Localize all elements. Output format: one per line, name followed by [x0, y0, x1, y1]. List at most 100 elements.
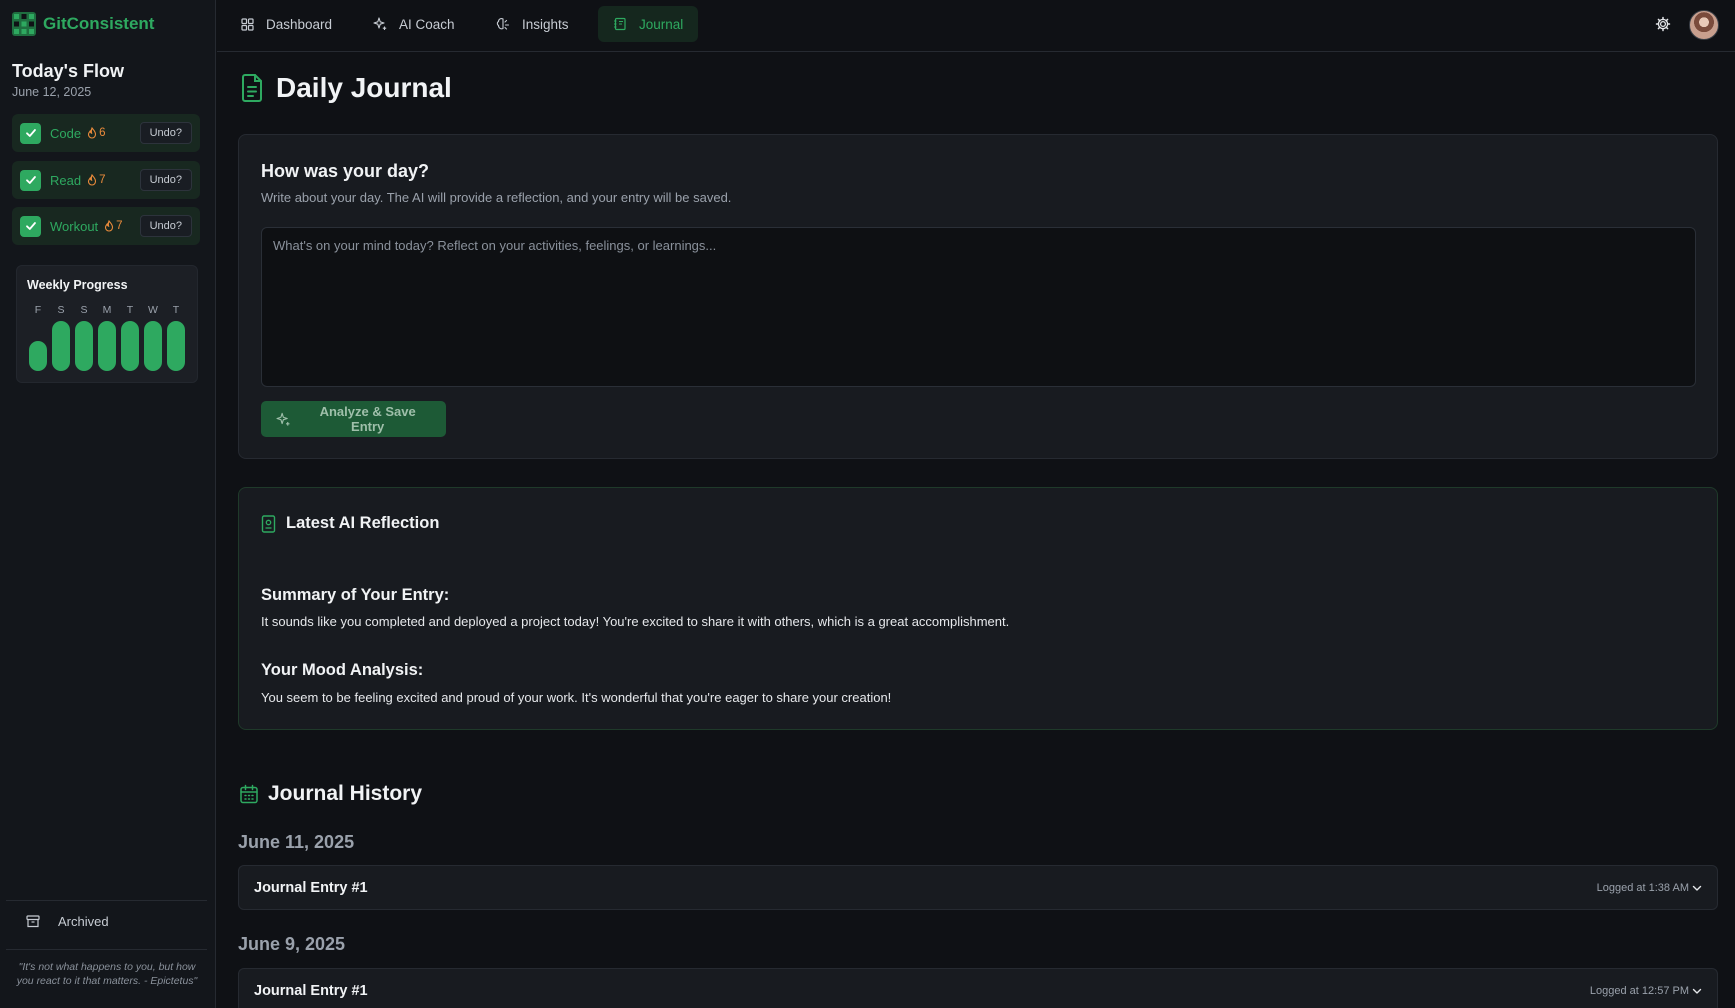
habit-checkbox[interactable] [20, 169, 41, 191]
tab-journal[interactable]: Journal [598, 6, 699, 42]
habit-checkbox[interactable] [20, 215, 41, 237]
weekly-day-labels: F S S M T W T [29, 304, 185, 316]
tab-label: Insights [522, 16, 569, 32]
undo-button[interactable]: Undo? [139, 215, 192, 237]
habit-streak: 6 [87, 127, 105, 139]
undo-button[interactable]: Undo? [139, 169, 192, 191]
journal-subtitle: Write about your day. The AI will provid… [261, 190, 732, 205]
habit-name: Read [50, 172, 82, 188]
brain-icon [496, 18, 510, 30]
check-icon [25, 222, 36, 230]
weekly-day-label: F [34, 304, 42, 316]
journal-entry-time: Logged at 12:57 PM [1590, 985, 1702, 997]
weekly-day-label: T [126, 304, 134, 316]
summary-heading: Summary of Your Entry: [261, 586, 450, 604]
journal-entry-time-text: Logged at 12:57 PM [1589, 984, 1689, 997]
archived-link[interactable]: Archived [26, 914, 109, 929]
journal-entry-row[interactable]: Journal Entry #1 Logged at 1:38 AM [238, 865, 1718, 910]
habit-streak: 7 [87, 174, 105, 186]
ai-reflection-card: Latest AI Reflection Summary of Your Ent… [238, 487, 1718, 730]
tab-insights[interactable]: Insights [481, 6, 584, 42]
habit-name: Workout [50, 218, 99, 234]
todays-flow-date: June 12, 2025 [12, 85, 92, 99]
habit-item-workout: Workout 7 Undo? [12, 207, 200, 245]
app-name: GitConsistent [43, 14, 155, 33]
weekly-progress-bars [29, 321, 185, 371]
weekly-day-label: S [57, 304, 65, 316]
flame-icon [88, 127, 97, 139]
habit-streak: 7 [104, 220, 123, 232]
habit-streak-count: 7 [116, 220, 123, 232]
weekly-progress-bar [75, 321, 93, 371]
mood-heading: Your Mood Analysis: [261, 661, 424, 679]
sidebar-quote: "It's not what happens to you, but how y… [16, 961, 198, 987]
sidebar: GitConsistent Today's Flow June 12, 2025… [0, 0, 216, 1008]
weekly-progress-bar [144, 321, 162, 371]
tab-label: Dashboard [266, 16, 333, 32]
journal-history-title: Journal History [239, 782, 422, 806]
sparkles-icon [276, 412, 290, 426]
mood-text: You seem to be feeling excited and proud… [261, 690, 892, 705]
weekly-progress-bar [52, 321, 70, 371]
sidebar-divider [6, 949, 207, 950]
analyze-save-button[interactable]: Analyze & Save Entry [261, 401, 446, 437]
sidebar-divider [6, 900, 207, 901]
habit-checkbox[interactable] [20, 122, 41, 144]
archive-icon [26, 915, 40, 928]
logo-grid-icon [12, 12, 36, 36]
weekly-progress-bar [29, 341, 47, 371]
journal-entry-row[interactable]: Journal Entry #1 Logged at 12:57 PM [238, 968, 1718, 1008]
document-icon [242, 74, 262, 102]
undo-button[interactable]: Undo? [139, 122, 192, 144]
weekly-progress-card: Weekly Progress F S S M T W T [16, 265, 198, 383]
notebook-pen-icon [261, 514, 276, 533]
journal-entry-time-text: Logged at 1:38 AM [1596, 881, 1689, 894]
flame-icon [105, 220, 114, 232]
weekly-progress-title: Weekly Progress [27, 278, 128, 292]
grid-icon [241, 17, 254, 31]
summary-text: It sounds like you completed and deploye… [261, 614, 1010, 629]
top-navigation: Dashboard AI Coach Insights Journal [217, 0, 1735, 52]
check-icon [25, 176, 36, 184]
journal-entry-time: Logged at 1:38 AM [1597, 882, 1702, 894]
page-title: Daily Journal [240, 72, 452, 104]
user-avatar[interactable] [1689, 10, 1719, 40]
analyze-save-label: Analyze & Save Entry [319, 404, 416, 434]
chevron-down-icon [1692, 885, 1702, 891]
journal-history-heading: Journal History [268, 782, 423, 805]
archived-label: Archived [58, 914, 109, 929]
settings-gear-icon[interactable] [1655, 16, 1671, 32]
history-date-label: June 9, 2025 [238, 934, 346, 954]
tab-dashboard[interactable]: Dashboard [226, 6, 347, 42]
weekly-day-label: T [172, 304, 180, 316]
habit-item-code: Code 6 Undo? [12, 114, 200, 152]
page-title-text: Daily Journal [276, 72, 452, 103]
history-date-label: June 11, 2025 [238, 832, 355, 852]
todays-flow-title: Today's Flow [12, 61, 124, 81]
weekly-progress-bar [121, 321, 139, 371]
journal-entry-title: Journal Entry #1 [254, 879, 368, 896]
check-icon [25, 129, 36, 137]
journal-entry-card: How was your day? Write about your day. … [238, 134, 1718, 459]
tab-label: AI Coach [399, 16, 455, 32]
tab-ai-coach[interactable]: AI Coach [358, 6, 470, 42]
weekly-day-label: M [102, 304, 112, 316]
app-logo[interactable]: GitConsistent [12, 12, 154, 36]
calendar-icon [240, 784, 258, 804]
weekly-progress-bar [98, 321, 116, 371]
weekly-day-label: W [148, 304, 158, 316]
chevron-down-icon [1692, 988, 1702, 994]
tab-label: Journal [639, 16, 684, 32]
weekly-progress-bar [167, 321, 185, 371]
journal-entry-title: Journal Entry #1 [254, 982, 368, 999]
notebook-icon [614, 17, 626, 31]
journal-heading: How was your day? [261, 161, 430, 181]
habit-streak-count: 6 [99, 127, 106, 139]
flame-icon [88, 174, 97, 186]
journal-textarea[interactable] [261, 227, 1696, 387]
habit-name: Code [50, 125, 82, 141]
habit-item-read: Read 7 Undo? [12, 161, 200, 199]
reflection-title: Latest AI Reflection [286, 514, 440, 532]
reflection-header: Latest AI Reflection [261, 514, 439, 533]
habit-streak-count: 7 [99, 174, 106, 186]
